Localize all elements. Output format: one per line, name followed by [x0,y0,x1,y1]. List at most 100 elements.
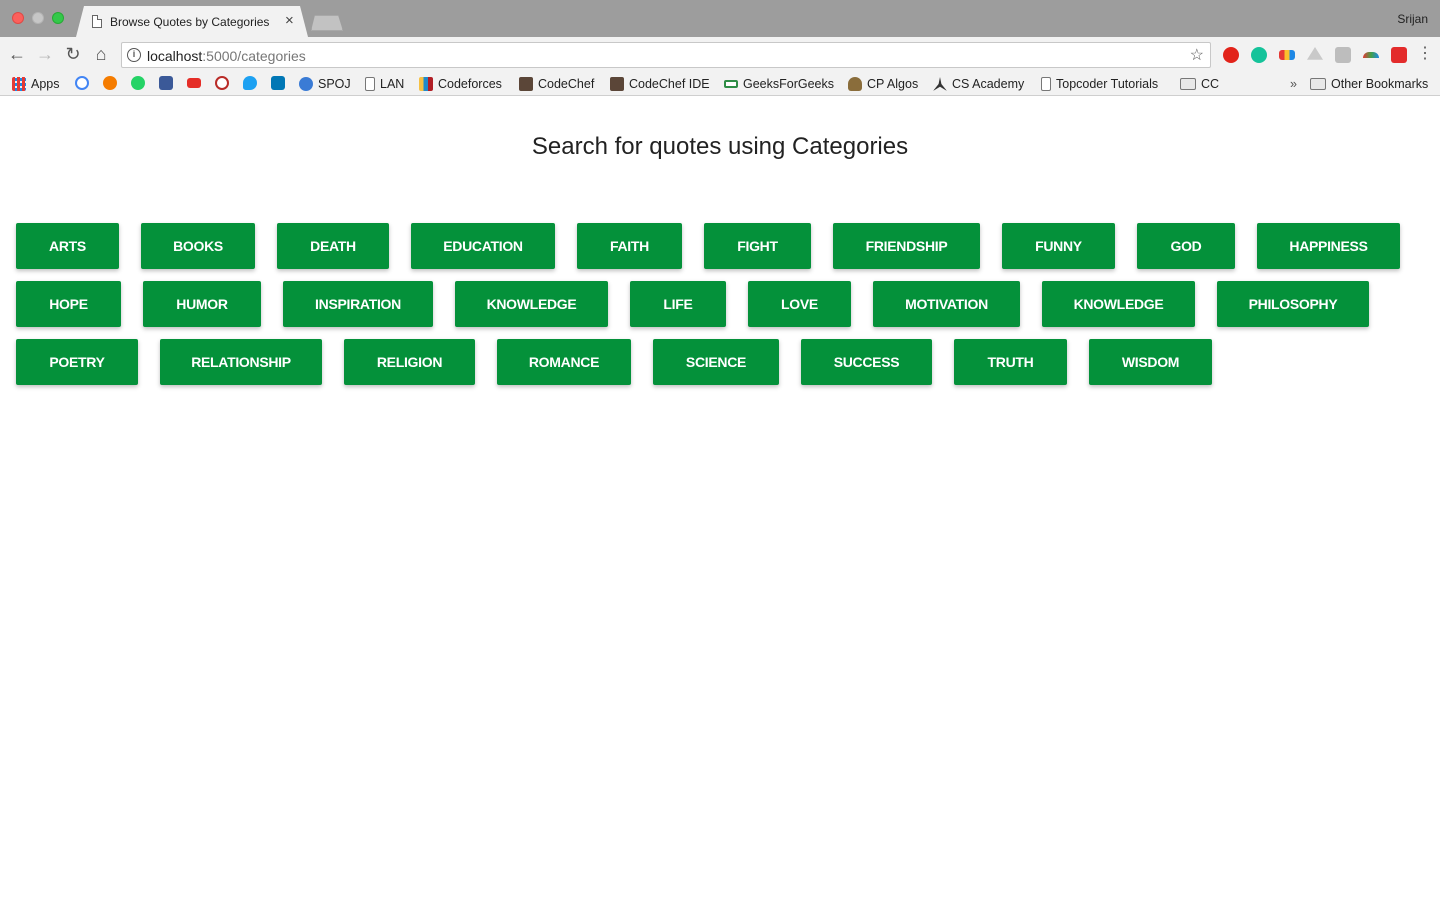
facebook-icon[interactable] [159,76,173,90]
category-button-friendship[interactable]: FRIENDSHIP [833,223,980,269]
cs-academy-icon [933,77,947,91]
opera-extension-icon[interactable] [1223,47,1239,63]
category-button-education[interactable]: EDUCATION [411,223,555,269]
bookmark-other-bookmarks[interactable]: Other Bookmarks [1310,76,1428,92]
codeforces-icon [419,77,433,91]
url-text[interactable]: localhost:5000/categories [147,48,306,64]
bookmark-star-icon[interactable]: ☆ [1190,45,1204,65]
bookmark-topcoder-tutorials[interactable]: Topcoder Tutorials [1041,76,1158,92]
category-button-funny[interactable]: FUNNY [1002,223,1115,269]
bookmark-geeksforgeeks[interactable]: GeeksForGeeks [724,76,834,92]
tab-title: Browse Quotes by Categories [110,15,270,29]
drive-extension-icon[interactable] [1307,47,1323,60]
folder-icon [1180,78,1196,90]
bookmarks-bar: Apps SPOJ LAN Codeforces CodeChef CodeCh… [0,72,1440,96]
category-button-inspiration[interactable]: INSPIRATION [283,281,433,327]
bookmark-lan[interactable]: LAN [365,76,404,92]
category-button-truth[interactable]: TRUTH [954,339,1067,385]
geeksforgeeks-icon [724,80,738,88]
inbox-extension-icon[interactable] [1335,47,1351,63]
grammarly-extension-icon[interactable] [1251,47,1267,63]
codechef-icon [519,77,533,91]
minimize-window-button[interactable] [32,12,44,24]
tab-close-icon[interactable]: × [285,13,294,28]
bookmark-label: CodeChef IDE [629,77,710,91]
twitter-icon[interactable] [243,76,257,90]
bookmark-label: Apps [31,77,60,91]
bookmark-label: CP Algos [867,77,919,91]
bookmark-label: GeeksForGeeks [743,77,835,91]
category-button-arts[interactable]: ARTS [16,223,119,269]
apps-grid-icon [12,77,26,91]
page-icon [1041,77,1051,91]
bookmark-codechef[interactable]: CodeChef [519,76,594,92]
browser-tab-active[interactable]: Browse Quotes by Categories × [76,6,308,37]
category-button-success[interactable]: SUCCESS [801,339,932,385]
bookmark-label: SPOJ [318,77,351,91]
chevron-double-right-icon: » [1290,77,1297,91]
back-arrow-icon[interactable]: ← [7,44,27,64]
cp-algos-icon [848,77,862,91]
category-button-fight[interactable]: FIGHT [704,223,811,269]
quora-icon[interactable] [215,76,229,90]
bookmarks-overflow-button[interactable]: » [1290,76,1297,92]
category-button-relationship[interactable]: RELATIONSHIP [160,339,322,385]
bookmark-label: CC [1201,77,1220,91]
rainbow-extension-icon[interactable] [1363,52,1379,58]
bookmark-label: LAN [380,77,405,91]
category-button-books[interactable]: BOOKS [141,223,255,269]
linkedin-icon[interactable] [271,76,285,90]
youtube-icon[interactable] [187,78,201,88]
category-button-poetry[interactable]: POETRY [16,339,138,385]
bookmark-cp-algos[interactable]: CP Algos [848,76,918,92]
whatsapp-icon[interactable] [131,76,145,90]
bookmark-label: CodeChef [538,77,595,91]
category-button-knowledge[interactable]: KNOWLEDGE [455,281,608,327]
category-button-love[interactable]: LOVE [748,281,851,327]
bookmark-codeforces[interactable]: Codeforces [419,76,502,92]
bookmark-label: Codeforces [438,77,502,91]
category-button-faith[interactable]: FAITH [577,223,682,269]
maximize-window-button[interactable] [52,12,64,24]
chrome-icon[interactable] [103,76,117,90]
category-button-death[interactable]: DEATH [277,223,389,269]
codechef-icon [610,77,624,91]
home-icon[interactable]: ⌂ [91,44,111,64]
bookmark-label: Topcoder Tutorials [1056,77,1159,91]
category-button-science[interactable]: SCIENCE [653,339,779,385]
category-button-religion[interactable]: RELIGION [344,339,475,385]
bookmark-folder-cc[interactable]: CC [1180,76,1219,92]
bookmark-label: CS Academy [952,77,1025,91]
category-button-knowledge-2[interactable]: KNOWLEDGE [1042,281,1195,327]
category-button-philosophy[interactable]: PHILOSOPHY [1217,281,1369,327]
reload-icon[interactable]: ↻ [63,44,83,64]
url-host: localhost [147,48,203,64]
category-button-motivation[interactable]: MOTIVATION [873,281,1020,327]
bookmark-codechef-ide[interactable]: CodeChef IDE [610,76,710,92]
browser-toolbar: ← → ↻ ⌂ i localhost:5000/categories ☆ ⋮ [0,37,1440,72]
category-button-romance[interactable]: ROMANCE [497,339,631,385]
google-icon[interactable] [75,76,89,90]
spoj-icon [299,77,313,91]
category-button-humor[interactable]: HUMOR [143,281,261,327]
category-button-happiness[interactable]: HAPPINESS [1257,223,1400,269]
red-extension-icon[interactable] [1391,47,1407,63]
chart-extension-icon[interactable] [1279,50,1295,60]
bookmark-spoj[interactable]: SPOJ [299,76,351,92]
new-tab-button[interactable] [311,15,343,31]
category-button-wisdom[interactable]: WISDOM [1089,339,1212,385]
category-button-life[interactable]: LIFE [630,281,726,327]
site-info-icon[interactable]: i [127,48,141,62]
window-titlebar: Browse Quotes by Categories × Srijan [0,0,1440,37]
close-window-button[interactable] [12,12,24,24]
page-icon [365,77,375,91]
bookmark-apps[interactable]: Apps [12,76,60,92]
category-button-hope[interactable]: HOPE [16,281,121,327]
bookmark-cs-academy[interactable]: CS Academy [933,76,1024,92]
browser-menu-icon[interactable]: ⋮ [1417,46,1433,62]
forward-arrow-icon[interactable]: → [35,44,55,64]
bookmark-label: Other Bookmarks [1331,77,1429,91]
profile-name[interactable]: Srijan [1397,12,1428,26]
address-bar[interactable]: i localhost:5000/categories ☆ [121,42,1211,68]
category-button-god[interactable]: GOD [1137,223,1235,269]
